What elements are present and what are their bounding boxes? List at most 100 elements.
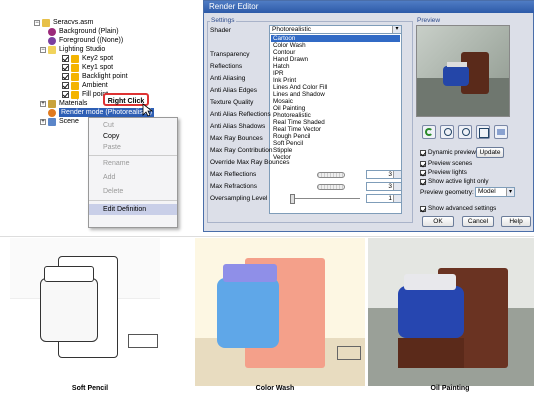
foreground-icon	[48, 36, 56, 45]
settings-group-label: Settings	[210, 17, 236, 24]
zoom-icon[interactable]	[458, 125, 472, 139]
update-button[interactable]: Update	[476, 147, 504, 158]
tree-item-key2-spot[interactable]: Key2 spot	[62, 54, 113, 63]
checkbox-checked[interactable]	[62, 82, 69, 89]
oversampling-input[interactable]: 1	[366, 194, 402, 203]
shader-option[interactable]: Hand Drawn	[271, 56, 400, 63]
setting-label: Max Ray Contribution	[210, 147, 273, 154]
background-icon	[48, 27, 56, 36]
cancel-button[interactable]: Cancel	[462, 216, 494, 227]
menu-item-copy[interactable]: Copy	[89, 131, 177, 142]
shader-option[interactable]: Hatch	[271, 63, 400, 70]
shader-option[interactable]: Real Time Shaded	[271, 119, 400, 126]
show-advanced-option[interactable]: Show advanced settings	[420, 205, 496, 212]
tree-item-lighting-studio[interactable]: − Lighting Studio	[40, 45, 105, 54]
checkbox-checked[interactable]	[62, 64, 69, 71]
tree-item-fill-point[interactable]: Fill point	[62, 90, 108, 99]
shader-option[interactable]: IPR	[271, 70, 400, 77]
checkbox-checked[interactable]	[420, 169, 426, 176]
checkbox-unchecked[interactable]	[420, 178, 426, 185]
shader-option[interactable]: Ink Print	[271, 77, 400, 84]
spinner-icon[interactable]	[393, 183, 401, 190]
menu-item-edit-definition[interactable]: Edit Definition	[89, 204, 177, 215]
oil-painting-render	[368, 238, 534, 386]
shader-option[interactable]: Stipple	[271, 147, 400, 154]
soft-pencil-render	[0, 238, 200, 386]
spotlight-icon	[71, 63, 79, 72]
expand-icon[interactable]: +	[40, 100, 46, 107]
appliance-jar	[217, 278, 279, 348]
preview-scenes-option[interactable]: Preview scenes	[420, 160, 472, 167]
max-refractions-input[interactable]: 3	[366, 182, 402, 191]
checkbox-checked[interactable]	[62, 55, 69, 62]
shader-option[interactable]: Lines and Shadow	[271, 91, 400, 98]
menu-item-cut[interactable]: Cut	[89, 120, 177, 131]
setting-label: Max Refractions	[210, 183, 257, 190]
help-button[interactable]: Help	[501, 216, 531, 227]
collapse-icon[interactable]: −	[34, 19, 40, 26]
menu-item-add[interactable]: Add	[89, 172, 177, 183]
shader-option[interactable]: Photorealistic	[271, 112, 400, 119]
zoom-fit-icon[interactable]	[440, 125, 454, 139]
ok-button[interactable]: OK	[422, 216, 454, 227]
shader-option[interactable]: Soft Pencil	[271, 140, 400, 147]
preview-group-label: Preview	[416, 17, 442, 24]
menu-item-paste[interactable]: Paste	[89, 142, 177, 153]
shader-option[interactable]: Color Wash	[271, 42, 400, 49]
setting-label: Texture Quality	[210, 99, 254, 106]
preview-model-jar	[443, 66, 469, 86]
checkbox-checked[interactable]	[62, 91, 69, 98]
chevron-down-icon[interactable]: ▾	[506, 188, 514, 196]
zoom-window-icon[interactable]	[476, 125, 490, 139]
tree-item-scene[interactable]: + Scene	[40, 117, 79, 126]
tree-item-foreground[interactable]: Foreground ((None))	[48, 36, 123, 45]
tree-item-key1-spot[interactable]: Key1 spot	[62, 63, 113, 72]
checkbox-checked[interactable]	[420, 149, 426, 156]
spinner-icon[interactable]	[393, 171, 401, 178]
tree-item-backlight[interactable]: Backlight point	[62, 72, 128, 81]
chevron-down-icon[interactable]: ▾	[392, 26, 401, 33]
tree-item-materials[interactable]: + Materials	[40, 99, 87, 108]
render-mode-icon	[48, 108, 56, 117]
oversampling-slider-track[interactable]	[290, 198, 360, 199]
checkbox-checked[interactable]	[420, 160, 426, 167]
shader-option[interactable]: Vector	[271, 154, 400, 161]
preview-viewport[interactable]	[416, 25, 510, 117]
tree-item-background[interactable]: Background (Plain)	[48, 27, 119, 36]
shader-option[interactable]: Oil Painting	[271, 105, 400, 112]
tree-item-ambient[interactable]: Ambient	[62, 81, 108, 90]
spinner-icon[interactable]	[393, 195, 401, 202]
max-reflections-slider[interactable]	[317, 172, 345, 178]
menu-item-delete[interactable]: Delete	[89, 186, 177, 197]
spotlight-icon	[71, 54, 79, 63]
max-reflections-input[interactable]: 3	[366, 170, 402, 179]
show-active-light-option[interactable]: Show active light only	[420, 178, 489, 185]
max-refractions-slider[interactable]	[317, 184, 345, 190]
expand-icon[interactable]: +	[40, 118, 46, 125]
scene-icon	[48, 117, 56, 126]
shader-option[interactable]: Cartoon	[271, 35, 400, 42]
shader-option[interactable]: Lines And Color Fill	[271, 84, 400, 91]
collapse-icon[interactable]: −	[40, 46, 46, 53]
shader-option[interactable]: Mosaic	[271, 98, 400, 105]
refresh-icon[interactable]	[422, 125, 436, 139]
oversampling-slider-thumb[interactable]	[290, 194, 295, 204]
shader-option[interactable]: Real Time Vector	[271, 126, 400, 133]
shader-option[interactable]: Contour	[271, 49, 400, 56]
tree-item-assembly[interactable]: − Seracvs.asm	[34, 18, 93, 27]
checkbox-checked[interactable]	[420, 205, 426, 212]
preview-geometry-select[interactable]: Model ▾	[475, 187, 515, 197]
checkbox-checked[interactable]	[62, 73, 69, 80]
view-options-icon[interactable]	[494, 125, 508, 139]
setting-label: Max Ray Bounces	[210, 135, 263, 142]
caption-oil-painting: Oil Painting	[430, 385, 470, 392]
shader-option[interactable]: Rough Pencil	[271, 133, 400, 140]
setting-label: Oversampling Level	[210, 195, 268, 202]
color-wash-render	[195, 238, 365, 386]
setting-label: Transparency	[210, 51, 250, 58]
dynamic-preview-option[interactable]: Dynamic preview	[420, 149, 476, 156]
preview-lights-option[interactable]: Preview lights	[420, 169, 467, 176]
menu-item-rename[interactable]: Rename	[89, 158, 177, 169]
folder-icon	[42, 18, 50, 27]
tree-item-render-mode[interactable]: Render mode (Photorealistic)	[48, 108, 155, 117]
